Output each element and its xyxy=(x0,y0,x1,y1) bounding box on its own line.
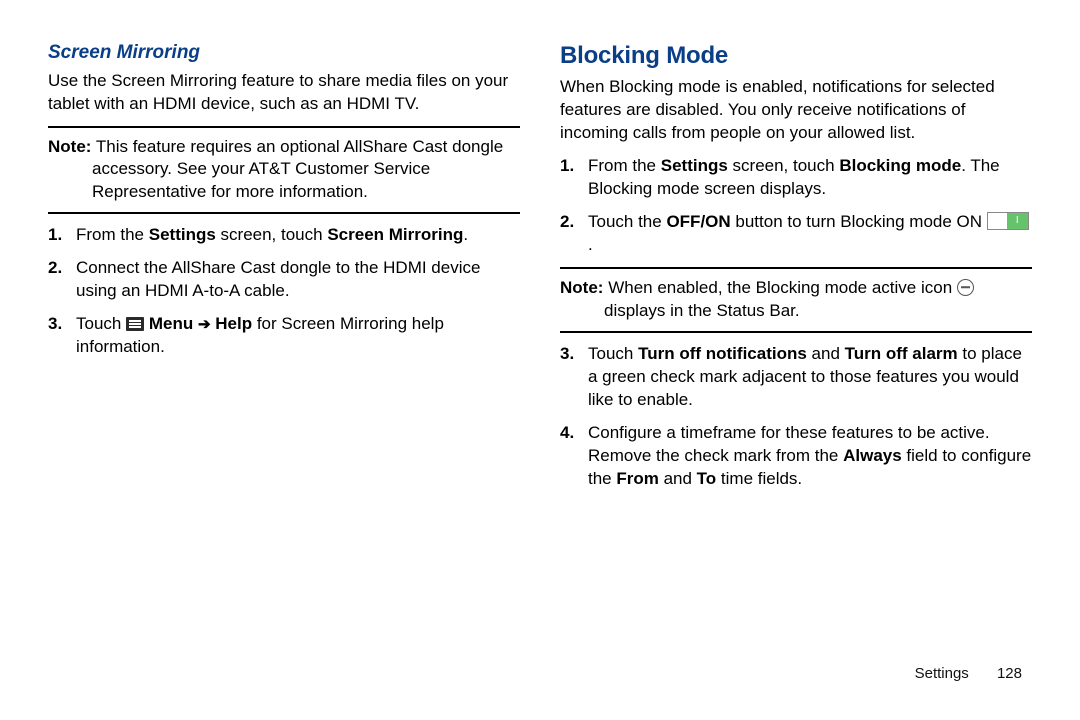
step-3: Touch Turn off notifications and Turn of… xyxy=(560,343,1032,412)
note-label: Note: xyxy=(560,278,603,297)
note-body: accessory. See your AT&T Customer Servic… xyxy=(92,158,520,204)
right-column: Blocking Mode When Blocking mode is enab… xyxy=(560,40,1032,500)
note-label: Note: xyxy=(48,137,91,156)
step-3: Touch Menu ➔ Help for Screen Mirroring h… xyxy=(48,313,520,359)
divider xyxy=(48,126,520,128)
blocking-mode-note: Note: When enabled, the Blocking mode ac… xyxy=(560,277,1032,323)
step-1: From the Settings screen, touch Blocking… xyxy=(560,155,1032,201)
divider xyxy=(560,267,1032,269)
blocking-mode-status-icon xyxy=(957,279,974,296)
toggle-on-icon: I xyxy=(987,212,1029,230)
step-4: Configure a timeframe for these features… xyxy=(560,422,1032,491)
footer-page: 128 xyxy=(997,665,1022,682)
screen-mirroring-note: Note: This feature requires an optional … xyxy=(48,136,520,205)
divider xyxy=(560,331,1032,333)
note-body: displays in the Status Bar. xyxy=(604,300,1032,323)
page-footer: Settings 128 xyxy=(915,664,1022,684)
blocking-mode-heading: Blocking Mode xyxy=(560,40,1032,72)
blocking-mode-intro: When Blocking mode is enabled, notificat… xyxy=(560,76,1032,145)
page-content: Screen Mirroring Use the Screen Mirrorin… xyxy=(0,0,1080,520)
divider xyxy=(48,212,520,214)
footer-section: Settings xyxy=(915,665,969,682)
menu-icon xyxy=(126,317,144,331)
step-2: Touch the OFF/ON button to turn Blocking… xyxy=(560,211,1032,257)
note-text-first: This feature requires an optional AllSha… xyxy=(96,137,503,156)
left-column: Screen Mirroring Use the Screen Mirrorin… xyxy=(48,40,520,500)
step-2: Connect the AllShare Cast dongle to the … xyxy=(48,257,520,303)
screen-mirroring-heading: Screen Mirroring xyxy=(48,40,520,66)
screen-mirroring-intro: Use the Screen Mirroring feature to shar… xyxy=(48,70,520,116)
blocking-mode-steps-a: From the Settings screen, touch Blocking… xyxy=(560,155,1032,257)
step-1: From the Settings screen, touch Screen M… xyxy=(48,224,520,247)
note-text-1: When enabled, the Blocking mode active i… xyxy=(608,278,957,297)
blocking-mode-steps-b: Touch Turn off notifications and Turn of… xyxy=(560,343,1032,491)
arrow-right-icon: ➔ xyxy=(198,317,211,332)
screen-mirroring-steps: From the Settings screen, touch Screen M… xyxy=(48,224,520,359)
